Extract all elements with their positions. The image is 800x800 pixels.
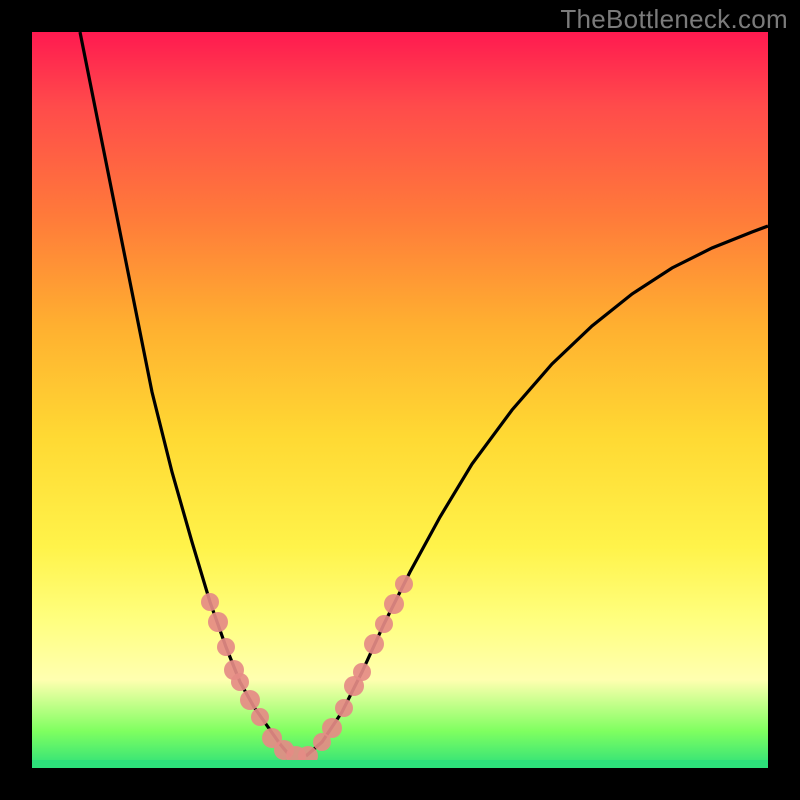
bottom-green-bar	[32, 760, 768, 768]
data-dot	[201, 593, 219, 611]
data-dot	[251, 708, 269, 726]
data-dot	[384, 594, 404, 614]
data-dot	[240, 690, 260, 710]
data-dot	[364, 634, 384, 654]
curve-right-curve	[306, 226, 768, 756]
data-dot	[375, 615, 393, 633]
curve-left-curve	[80, 32, 290, 756]
data-dot	[335, 699, 353, 717]
data-dot	[231, 673, 249, 691]
data-dot	[353, 663, 371, 681]
watermark-text: TheBottleneck.com	[560, 4, 788, 35]
data-dot	[208, 612, 228, 632]
data-dot	[322, 718, 342, 738]
data-dot	[217, 638, 235, 656]
bottleneck-curve	[32, 32, 768, 768]
data-dot	[395, 575, 413, 593]
